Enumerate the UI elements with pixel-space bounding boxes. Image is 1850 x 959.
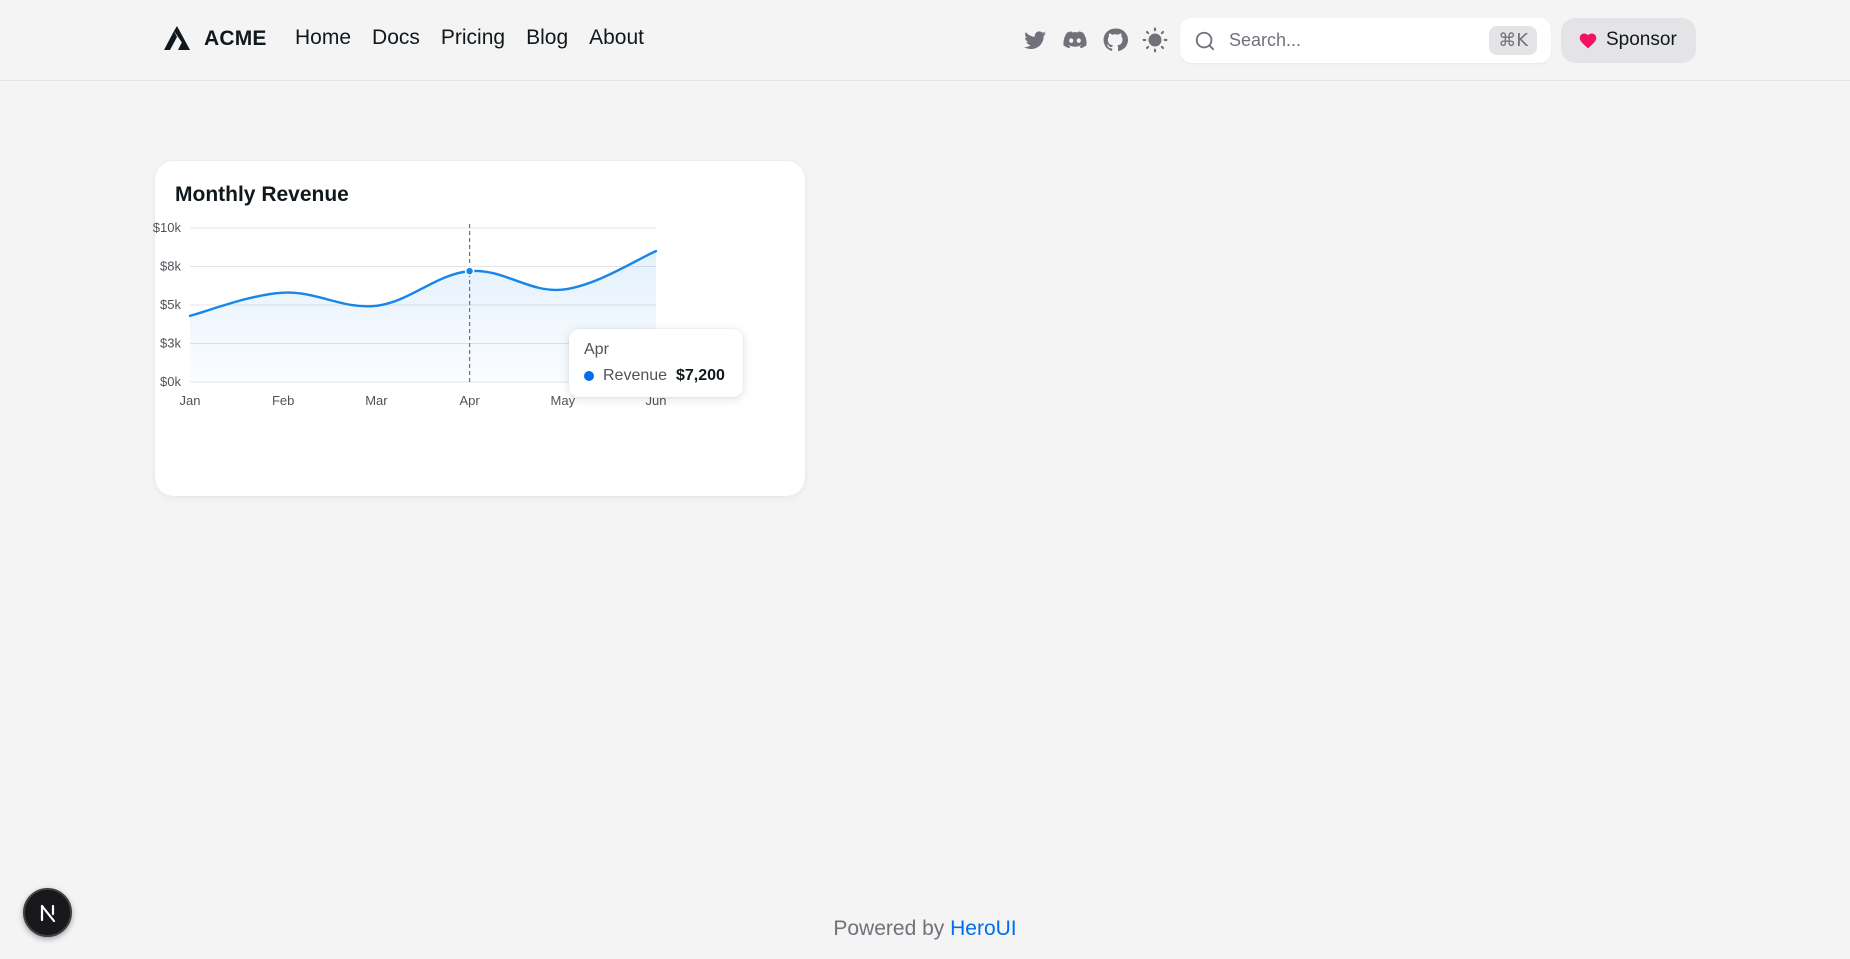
active-data-point[interactable] <box>464 266 475 276</box>
x-tick-label: Jan <box>180 393 201 408</box>
brand-logo-link[interactable]: ACME <box>163 26 267 52</box>
x-tick-label: Feb <box>272 393 294 408</box>
theme-toggle-icon[interactable] <box>1142 27 1168 53</box>
y-tick-label: $8k <box>160 259 181 274</box>
search-input[interactable] <box>1229 26 1469 55</box>
tooltip-label: Apr <box>584 341 609 358</box>
twitter-icon[interactable] <box>1022 27 1048 53</box>
sponsor-label: Sponsor <box>1606 29 1677 50</box>
acme-logo-icon <box>164 26 190 50</box>
tooltip-series-dot <box>584 371 594 381</box>
search-shortcut-kbd: ⌘K <box>1489 26 1537 55</box>
navbar: ACME Home Docs Pricing Blog About Search… <box>0 0 1850 81</box>
discord-icon[interactable] <box>1062 27 1088 53</box>
nextjs-dev-badge[interactable] <box>23 888 72 937</box>
nav-docs[interactable]: Docs <box>372 26 420 50</box>
sponsor-button[interactable]: Sponsor <box>1561 18 1696 63</box>
nextjs-logo-icon <box>40 904 55 922</box>
nav-home[interactable]: Home <box>295 26 351 50</box>
y-tick-label: $3k <box>160 336 181 351</box>
y-tick-label: $10k <box>153 220 182 235</box>
footer-prefix: Powered by <box>833 917 945 940</box>
tooltip-series-name: Revenue <box>603 367 668 384</box>
github-icon[interactable] <box>1102 27 1128 53</box>
y-tick-label: $5k <box>160 297 181 312</box>
search-icon <box>1195 31 1215 51</box>
heart-icon <box>1579 33 1597 49</box>
nav-pricing[interactable]: Pricing <box>441 26 505 50</box>
revenue-card: Monthly Revenue $0k $3k $5k $8k $10k Jan Feb Ma… <box>153 161 805 496</box>
chart-tooltip: Apr Revenue $7,200 <box>569 329 743 397</box>
brand-name: ACME <box>204 27 267 50</box>
nav-about[interactable]: About <box>589 26 644 50</box>
tooltip-value: $7,200 <box>676 367 725 384</box>
nav-blog[interactable]: Blog <box>526 26 568 50</box>
x-tick-label: Apr <box>459 393 480 408</box>
main-nav: Home Docs Pricing Blog About <box>295 26 644 50</box>
x-tick-label: Mar <box>365 393 388 408</box>
search-box[interactable]: ⌘K <box>1180 18 1551 63</box>
x-tick-label: May <box>551 393 576 408</box>
footer: Powered by HeroUI <box>0 917 1850 941</box>
heroui-link[interactable]: HeroUI <box>950 917 1017 940</box>
y-tick-label: $0k <box>160 374 181 389</box>
